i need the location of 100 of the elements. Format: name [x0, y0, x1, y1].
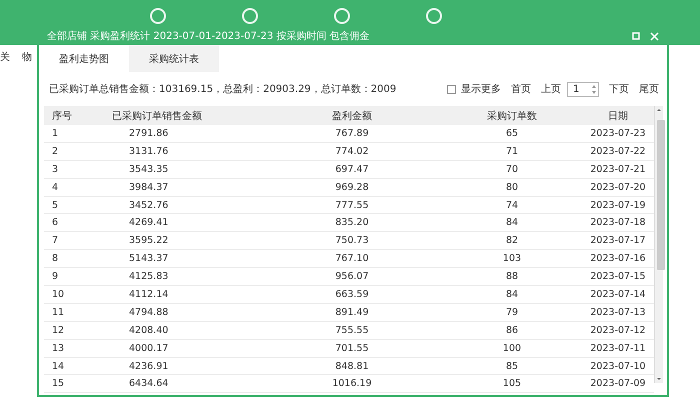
table-cell-text: 2023-07-16: [589, 253, 647, 264]
nav-circle-icon[interactable]: [150, 8, 166, 24]
table-cell-text: 891.49: [334, 306, 370, 318]
table-cell-text: 84: [504, 217, 520, 228]
table-cell-text: 969.28: [334, 182, 370, 193]
table-cell-text: 663.59: [334, 288, 370, 300]
table-cell-text: 86: [504, 324, 520, 336]
summary-text: 已采购订单总销售金额：103169.15，总盈利：20903.29，总订单数：2009: [49, 82, 398, 96]
last-page-link[interactable]: 尾页: [639, 82, 659, 96]
table-cell-text: 767.89: [334, 128, 370, 139]
table-cell-text: 2791.86: [128, 128, 170, 139]
checkbox[interactable]: [447, 84, 456, 94]
table-cell-text: 2023-07-09: [589, 378, 647, 390]
first-page-link[interactable]: 首页: [511, 82, 531, 96]
page-input[interactable]: 1: [567, 82, 599, 96]
table-cell-text: 3452.76: [128, 200, 170, 210]
table-cell-text: 3: [51, 164, 60, 175]
table-cell-text: 2023-07-21: [589, 164, 647, 175]
spinner-icon[interactable]: [590, 82, 598, 96]
column-header: 日期: [607, 110, 629, 122]
table-cell-text: 1: [51, 128, 60, 139]
table-cell-text: 10: [51, 288, 66, 300]
nav-circle-icon[interactable]: [242, 8, 258, 24]
table-cell-text: 103: [502, 253, 522, 264]
table-cell-text: 2023-07-18: [589, 217, 647, 228]
table-cell-text: 697.47: [334, 164, 370, 175]
table-cell-text: 15: [51, 378, 66, 390]
prev-page-link[interactable]: 上页: [541, 82, 561, 96]
table-cell-text: 2023-07-14: [589, 288, 647, 300]
close-icon[interactable]: [649, 31, 659, 41]
table-cell-text: 74: [504, 200, 520, 210]
table-cell-text: 2023-07-15: [589, 271, 647, 282]
table-cell-text: 88: [504, 271, 520, 282]
table-cell-text: 9: [51, 271, 60, 282]
next-page-link[interactable]: 下页: [609, 82, 629, 96]
table-cell-text: 4125.83: [128, 271, 170, 282]
menu-item[interactable]: 物: [22, 50, 32, 64]
table-cell-text: 79: [504, 306, 520, 318]
column-header: 盈利金额: [331, 110, 373, 122]
nav-circle-icon[interactable]: [334, 8, 350, 24]
table-cell-text: 70: [504, 164, 520, 175]
table-cell-text: 767.10: [334, 253, 370, 264]
table-cell-text: 71: [504, 146, 520, 157]
checkbox-label[interactable]: 显示更多: [461, 82, 501, 96]
table-cell-text: 7: [51, 235, 60, 246]
table-cell-text: 80: [504, 182, 520, 193]
table-cell-text: 2023-07-22: [589, 146, 647, 157]
table-cell-text: 5143.37: [128, 253, 170, 264]
table-cell-text: 701.55: [334, 342, 370, 354]
table-cell-text: 2023-07-19: [589, 200, 647, 210]
table-cell-text: 1016.19: [331, 378, 373, 390]
table-cell-text: 835.20: [334, 217, 370, 228]
table-cell-text: 84: [504, 288, 520, 300]
column-header: 已采购订单销售金额: [111, 110, 203, 122]
tab[interactable]: 采购统计表: [129, 45, 219, 72]
table-cell-text: 774.02: [334, 146, 370, 157]
table-cell-text: 6434.64: [128, 378, 170, 390]
scrollbar-thumb[interactable]: [657, 120, 665, 270]
table-cell-text: 100: [502, 342, 522, 354]
table-cell-text: 3595.22: [128, 235, 170, 246]
table-cell-text: 5: [51, 200, 60, 210]
table-cell-text: 85: [504, 360, 520, 372]
table-cell-text: 82: [504, 235, 520, 246]
table-cell-text: 4794.88: [128, 306, 170, 318]
table-cell-text: 750.73: [334, 235, 370, 246]
table-cell-text: 848.81: [334, 360, 370, 372]
table-cell-text: 65: [504, 128, 520, 139]
maximize-icon[interactable]: [631, 31, 641, 41]
table-cell-text: 3984.37: [128, 182, 170, 193]
table-cell-text: 4: [51, 182, 60, 193]
table-cell-text: 11: [51, 306, 66, 318]
dialog-title: 全部店铺 采购盈利统计 2023-07-01-2023-07-23 按采购时间 包含佣金: [47, 30, 371, 43]
table-cell-text: 2023-07-17: [589, 235, 647, 246]
table-cell-text: 105: [502, 378, 522, 390]
table-cell-text: 4236.91: [128, 360, 170, 372]
table-cell-text: 14: [51, 360, 66, 372]
column-header: 序号: [51, 110, 73, 122]
table-cell-text: 2023-07-20: [589, 182, 647, 193]
table-cell-text: 2023-07-23: [589, 128, 647, 139]
table-cell-text: 2023-07-10: [589, 360, 647, 372]
table-cell-text: 4269.41: [128, 217, 170, 228]
table-cell-text: 8: [51, 253, 60, 264]
table-cell-text: 2023-07-13: [589, 306, 647, 318]
table-cell-text: 956.07: [334, 271, 370, 282]
table-cell-text: 777.55: [334, 200, 370, 210]
scroll-down-icon[interactable]: [655, 375, 663, 383]
table-cell-text: 2: [51, 146, 60, 157]
nav-circle-icon[interactable]: [426, 8, 442, 24]
table-cell-text: 755.55: [334, 324, 370, 336]
table-cell-text: 2023-07-11: [589, 342, 647, 354]
table-cell-text: 12: [51, 324, 66, 336]
table-cell-text: 6: [51, 217, 60, 228]
table-cell-text: 4208.40: [128, 324, 170, 336]
scroll-up-icon[interactable]: [655, 106, 663, 114]
column-header: 采购订单数: [486, 110, 538, 122]
table-cell-text: 3131.76: [128, 146, 170, 157]
table-cell-text: 13: [51, 342, 66, 354]
menu-item[interactable]: 关: [0, 50, 10, 64]
table-cell-text: 4000.17: [128, 342, 170, 354]
table-cell-text: 3543.35: [128, 164, 170, 175]
